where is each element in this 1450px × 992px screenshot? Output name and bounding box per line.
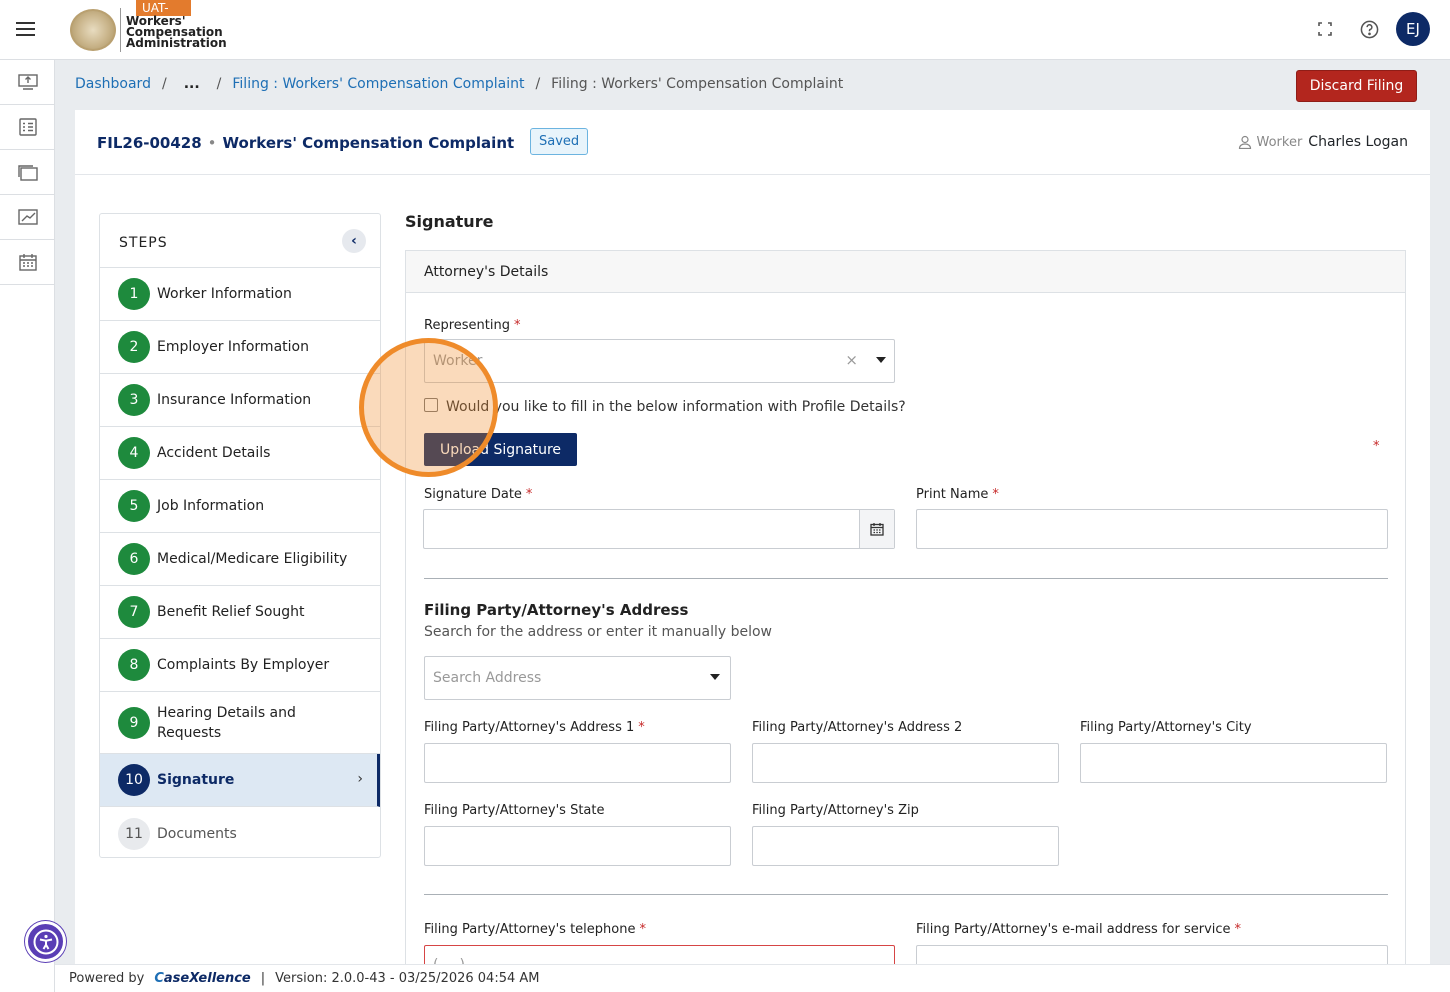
step-complaints-by-employer[interactable]: 8 Complaints By Employer [100,639,380,692]
profile-details-label: Would you like to fill in the below info… [446,399,906,415]
print-name-input[interactable] [916,509,1388,549]
state-label: Filing Party/Attorney's State [424,803,605,818]
chevron-right-icon: › [357,771,363,787]
version-text: Version: 2.0.0-43 - 03/25/2026 04:54 AM [275,971,540,986]
filing-title: FIL26-00428 • Workers' Compensation Compla… [97,134,515,152]
breadcrumb: Dashboard / ... / Filing : Workers' Comp… [75,76,844,92]
upload-icon[interactable] [0,60,55,105]
address-subtext: Search for the address or enter it manua… [424,624,772,640]
footer: Powered by CaseXellence | Version: 2.0.0… [55,964,1450,992]
print-name-label: Print Name * [916,487,999,502]
representing-select[interactable]: Worker × [424,339,895,383]
step-hearing-details[interactable]: 9 Hearing Details and Requests [100,692,380,754]
discard-filing-button[interactable]: Discard Filing [1296,70,1417,102]
address2-label: Filing Party/Attorney's Address 2 [752,720,963,735]
user-avatar[interactable]: EJ [1396,12,1430,46]
menu-icon[interactable] [16,18,38,40]
checklist-icon[interactable] [0,105,55,150]
logo-text: Workers' Compensation Administration [126,14,227,50]
filing-header: FIL26-00428 • Workers' Compensation Compla… [75,110,1430,175]
worker-info: Worker Charles Logan [1238,134,1408,150]
steps-panel: STEPS ‹ 1 Worker Information 2 Employer In… [99,213,381,858]
step-worker-information[interactable]: 1 Worker Information [100,268,380,321]
signature-date-label: Signature Date * [424,487,533,502]
worker-name: Charles Logan [1308,134,1408,150]
help-icon[interactable] [1352,12,1386,46]
chevron-down-icon [876,357,886,363]
zip-label: Filing Party/Attorney's Zip [752,803,919,818]
breadcrumb-ellipsis[interactable]: ... [184,76,200,92]
clear-icon[interactable]: × [845,351,858,369]
representing-label: Representing * [424,318,521,333]
address-heading: Filing Party/Attorney's Address [424,601,689,619]
chevron-down-icon [710,674,720,680]
step-medical-eligibility[interactable]: 6 Medical/Medicare Eligibility [100,533,380,586]
zip-input[interactable] [752,826,1059,866]
city-input[interactable] [1080,743,1387,783]
city-label: Filing Party/Attorney's City [1080,720,1252,735]
status-badge: Saved [530,128,589,155]
attorney-details-panel: Attorney's Details Representing * Worker … [405,250,1406,992]
signature-date-input[interactable] [423,509,895,549]
person-icon [1239,135,1252,149]
telephone-label: Filing Party/Attorney's telephone * [424,922,646,937]
breadcrumb-current: Filing : Workers' Compensation Complaint [551,76,844,92]
steps-heading: STEPS [119,235,168,251]
address2-input[interactable] [752,743,1059,783]
state-seal-icon [70,9,116,51]
casexellence-logo: CaseXellence [154,971,251,986]
top-bar: UAT-PUBLIC Workers' Compensation Adminis… [0,0,1450,60]
step-signature[interactable]: 10 Signature › [100,754,380,807]
calendar-icon[interactable] [859,510,894,548]
briefcase-icon[interactable] [0,150,55,195]
state-input[interactable] [424,826,731,866]
collapse-steps-button[interactable]: ‹ [342,229,366,253]
address1-input[interactable] [424,743,731,783]
step-insurance-information[interactable]: 3 Insurance Information [100,374,380,427]
step-benefit-relief[interactable]: 7 Benefit Relief Sought [100,586,380,639]
breadcrumb-dashboard[interactable]: Dashboard [75,76,151,92]
report-icon[interactable] [0,195,55,240]
breadcrumb-parent[interactable]: Filing : Workers' Compensation Complaint [232,76,524,92]
fullscreen-icon[interactable] [1308,12,1342,46]
click-highlight [359,338,498,477]
accessibility-icon[interactable] [25,921,66,962]
step-documents[interactable]: 11 Documents [100,807,380,860]
filing-card: FIL26-00428 • Workers' Compensation Compla… [75,110,1430,992]
section-title: Signature [405,212,494,231]
step-accident-details[interactable]: 4 Accident Details [100,427,380,480]
step-job-information[interactable]: 5 Job Information [100,480,380,533]
left-rail [0,60,55,992]
step-employer-information[interactable]: 2 Employer Information [100,321,380,374]
calendar-icon[interactable] [0,240,55,285]
email-label: Filing Party/Attorney's e-mail address f… [916,922,1242,937]
search-address-select[interactable]: Search Address [424,656,731,700]
panel-title: Attorney's Details [406,251,1405,293]
signature-required-mark: * [1373,439,1380,454]
address1-label: Filing Party/Attorney's Address 1 * [424,720,645,735]
